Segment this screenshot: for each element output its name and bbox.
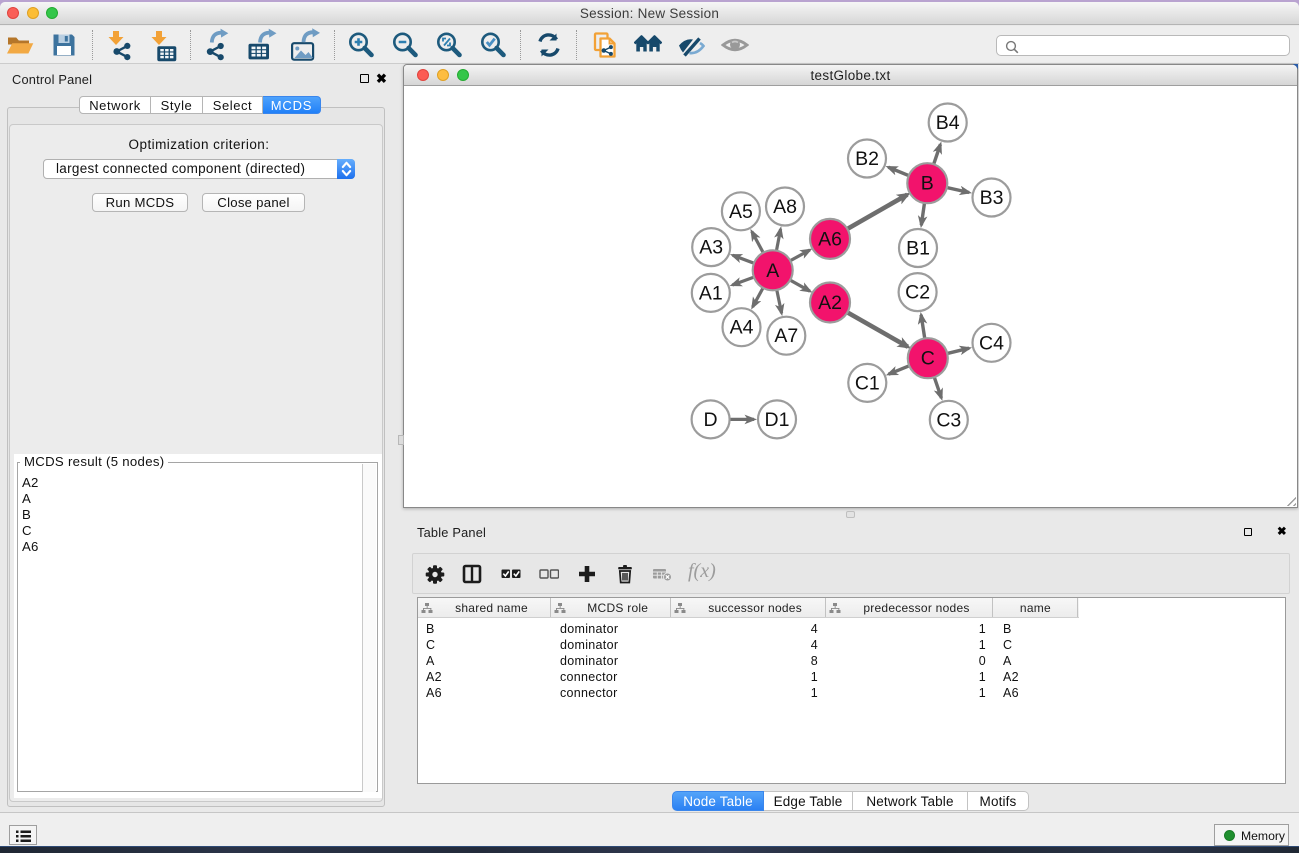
svg-text:A7: A7 xyxy=(774,325,798,347)
svg-text:C: C xyxy=(921,348,935,370)
svg-text:A8: A8 xyxy=(773,196,797,218)
svg-text:B4: B4 xyxy=(936,112,960,134)
svg-text:A1: A1 xyxy=(699,282,723,304)
svg-text:C1: C1 xyxy=(855,372,880,394)
svg-text:B: B xyxy=(921,173,934,195)
svg-text:A2: A2 xyxy=(818,292,842,314)
svg-text:D: D xyxy=(704,409,718,431)
svg-text:B2: B2 xyxy=(855,148,879,170)
svg-text:A3: A3 xyxy=(699,237,723,259)
svg-text:B1: B1 xyxy=(906,238,930,260)
svg-text:A: A xyxy=(766,260,779,282)
svg-text:C3: C3 xyxy=(936,409,961,431)
svg-text:C4: C4 xyxy=(979,332,1004,354)
svg-text:C2: C2 xyxy=(905,282,930,304)
svg-text:D1: D1 xyxy=(765,409,790,431)
svg-text:A5: A5 xyxy=(729,201,753,223)
svg-text:B3: B3 xyxy=(980,187,1004,209)
svg-text:A6: A6 xyxy=(818,228,842,250)
svg-text:A4: A4 xyxy=(730,317,754,339)
